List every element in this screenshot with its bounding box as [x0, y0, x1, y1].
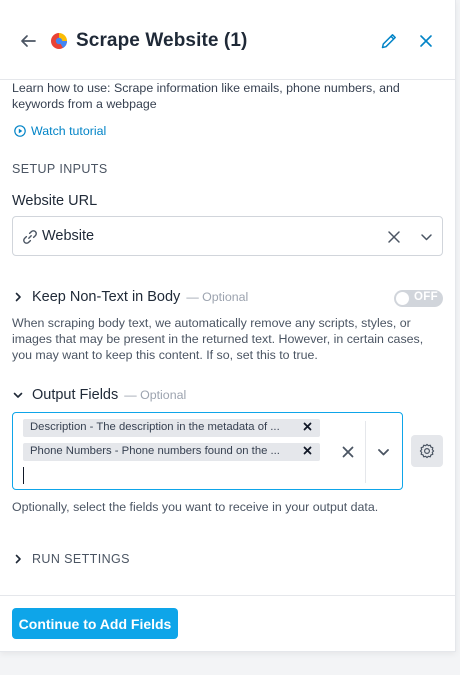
close-icon[interactable] [419, 34, 433, 48]
chevron-right-icon [15, 292, 21, 302]
scrape-website-panel: Scrape Website (1) Learn how to use: Scr… [0, 0, 456, 652]
back-arrow-icon[interactable] [18, 30, 38, 52]
clear-icon[interactable] [387, 230, 401, 244]
learn-how-to-use: Learn how to use: Scrape information lik… [12, 80, 432, 112]
play-circle-icon [14, 125, 26, 137]
toggle-knob [396, 292, 409, 305]
output-field-chip: Phone Numbers - Phone numbers found on t… [23, 443, 320, 461]
optional-tag: — Optional [124, 388, 187, 402]
output-fields-description: Optionally, select the fields you want t… [12, 500, 379, 514]
keep-non-text-description: When scraping body text, we automaticall… [12, 316, 424, 362]
run-settings-label: RUN SETTINGS [32, 552, 130, 566]
remove-chip-icon[interactable] [303, 446, 312, 455]
website-url-label: Website URL [12, 193, 98, 209]
toggle-state: OFF [414, 291, 438, 303]
remove-chip-icon[interactable] [303, 422, 312, 431]
link-icon [23, 230, 37, 244]
chevron-down-icon [13, 392, 23, 398]
watch-tutorial-link[interactable]: Watch tutorial [14, 124, 106, 138]
continue-to-add-fields-button[interactable]: Continue to Add Fields [12, 608, 178, 639]
pencil-icon[interactable] [380, 32, 398, 50]
app-logo-icon [51, 33, 68, 49]
text-cursor[interactable] [23, 467, 24, 484]
optional-tag: — Optional [186, 290, 249, 304]
chip-label: Description - The description in the met… [30, 421, 280, 433]
chevron-down-icon[interactable] [420, 231, 433, 243]
clear-all-icon[interactable] [342, 446, 354, 458]
gear-icon [419, 443, 435, 459]
watch-tutorial-label: Watch tutorial [31, 124, 107, 138]
keep-non-text-label: Keep Non-Text in Body [32, 289, 181, 305]
website-url-value: Website [42, 228, 95, 244]
keep-non-text-expander[interactable]: Keep Non-Text in Body — Optional [12, 289, 248, 305]
output-fields-expander[interactable]: Output Fields — Optional [12, 387, 186, 403]
footer-divider [0, 595, 456, 596]
run-settings-expander[interactable]: RUN SETTINGS [12, 552, 130, 566]
chevron-down-icon[interactable] [377, 446, 390, 458]
page-title: Scrape Website (1) [76, 30, 248, 51]
output-fields-label: Output Fields [32, 387, 119, 403]
divider [365, 421, 366, 483]
website-url-select[interactable]: Website [12, 216, 443, 256]
chip-label: Phone Numbers - Phone numbers found on t… [30, 445, 280, 457]
keep-non-text-toggle[interactable]: OFF [394, 290, 443, 307]
learn-prefix: Learn how to use: [12, 81, 114, 95]
chevron-right-icon [15, 554, 21, 564]
field-settings-button[interactable] [411, 435, 443, 467]
setup-inputs-heading: SETUP INPUTS [12, 162, 108, 176]
output-field-chip: Description - The description in the met… [23, 419, 320, 437]
panel-header: Scrape Website (1) [0, 0, 456, 80]
output-fields-multiselect[interactable]: Description - The description in the met… [12, 412, 403, 490]
